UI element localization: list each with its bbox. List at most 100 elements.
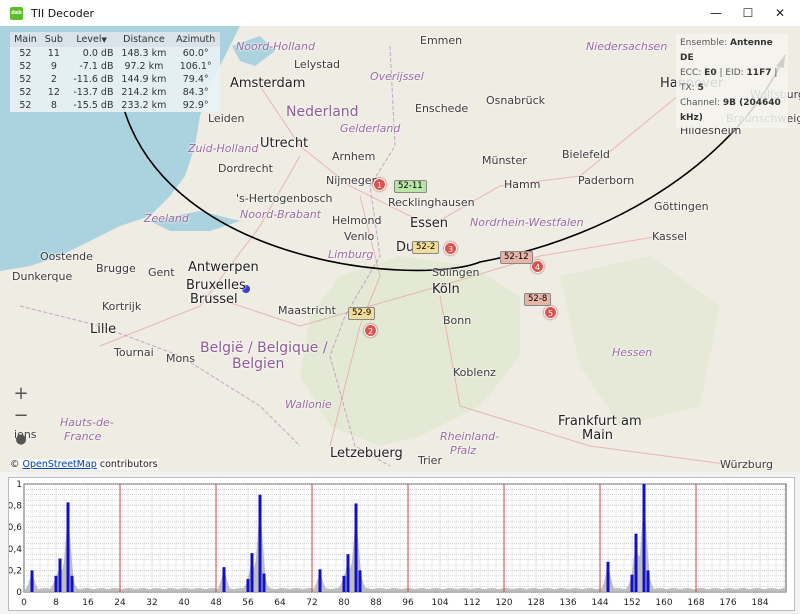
map-place-label: Nordrhein-Westfalen — [470, 216, 584, 229]
x-tick-label: 88 — [370, 598, 382, 608]
table-row[interactable]: 52 8 -15.5 dB 233.2 km 92.9° — [10, 99, 220, 112]
map-place-label: Utrecht — [260, 136, 309, 151]
table-cell: 92.9° — [182, 100, 209, 111]
map-place-label: Zeeland — [144, 212, 189, 225]
ecc-label: ECC: — [680, 68, 702, 78]
maximize-button[interactable]: ☐ — [732, 0, 764, 26]
map-place-label: Trier — [418, 454, 442, 467]
map-place-label: Emmen — [420, 34, 463, 47]
attrib-prefix: © — [10, 459, 23, 470]
bar — [606, 561, 610, 592]
bar — [642, 484, 646, 592]
bar — [262, 573, 266, 592]
x-tick-label: 184 — [751, 598, 768, 608]
tii-table: Main Sub Level▼ Distance Azimuth 52 11 0.0… — [10, 32, 220, 112]
zoom-in-button[interactable]: + — [11, 384, 31, 404]
map-place-label: France — [64, 430, 102, 443]
minimize-button[interactable]: — — [700, 0, 732, 26]
table-cell: -7.1 dB — [79, 61, 114, 72]
map-place-label: Amsterdam — [230, 76, 306, 91]
y-tick-label: 1 — [16, 480, 22, 490]
locate-button[interactable]: ● — [11, 430, 31, 450]
map-place-label: Dordrecht — [218, 162, 273, 175]
attrib-suffix: contributors — [96, 459, 158, 470]
y-tick-label: 0,4 — [9, 545, 22, 555]
table-cell: -15.5 dB — [73, 100, 114, 111]
map-place-label: Leiden — [208, 112, 245, 125]
app-icon: dab — [10, 6, 23, 20]
map-place-label: Enschede — [415, 102, 469, 115]
table-cell: 12 — [47, 87, 60, 98]
map-place-label: Brugge — [96, 262, 136, 275]
map-place-label: Solingen — [432, 266, 480, 279]
tx-tag[interactable]: 52-9 — [348, 307, 376, 320]
map-place-label: Overijssel — [370, 70, 424, 83]
table-row[interactable]: 52 9 -7.1 dB 97.2 km 106.1° — [10, 60, 220, 73]
table-cell: 0.0 dB — [82, 48, 114, 59]
bar — [70, 575, 74, 592]
tx-tag[interactable]: 52-2 — [412, 241, 440, 254]
table-cell: 11 — [47, 48, 60, 59]
map-place-label: Letzebuerg — [330, 446, 403, 461]
zoom-out-button[interactable]: − — [11, 406, 31, 426]
map-place-label: Frankfurt am — [558, 414, 642, 429]
map-place-label: Paderborn — [578, 174, 635, 187]
x-tick-label: 24 — [114, 598, 126, 608]
map-place-label: Essen — [410, 216, 448, 231]
tx-marker-2[interactable]: 2 — [364, 324, 377, 337]
table-cell: 8 — [50, 100, 57, 111]
map-place-label: Dunkerque — [12, 270, 73, 283]
bar — [58, 558, 62, 592]
ensemble-label: Ensemble: — [680, 38, 728, 48]
map-place-label: Noord-Holland — [236, 40, 315, 53]
openstreetmap-link[interactable]: OpenStreetMap — [23, 459, 97, 470]
map-place-label: Helmond — [332, 214, 382, 227]
map-place-label: Noord-Brabant — [240, 208, 321, 221]
tx-marker-4[interactable]: 4 — [531, 260, 544, 273]
close-button[interactable]: ✕ — [764, 0, 796, 26]
y-tick-label: 0,6 — [9, 523, 22, 533]
bar — [342, 575, 346, 592]
tx-tag[interactable]: 52-11 — [394, 180, 427, 193]
map-place-label: Bonn — [443, 314, 472, 327]
col-level[interactable]: Level▼ — [66, 32, 117, 47]
y-tick-label: 0,2 — [9, 566, 22, 576]
map-place-label: Main — [582, 428, 614, 443]
col-distance[interactable]: Distance — [116, 32, 172, 47]
table-cell: 233.2 km — [121, 100, 167, 111]
tx-marker-1[interactable]: 1 — [373, 178, 386, 191]
col-azimuth[interactable]: Azimuth — [171, 32, 220, 47]
col-main[interactable]: Main — [10, 32, 41, 47]
ecc-value: E0 — [704, 68, 717, 78]
map-place-label: Würzburg — [720, 458, 774, 471]
map-place-label: Köln — [432, 282, 460, 297]
tx-marker-5[interactable]: 5 — [544, 306, 557, 319]
table-row[interactable]: 52 2 -11.6 dB 144.9 km 79.4° — [10, 73, 220, 86]
map-place-label: Nijmegen — [326, 174, 379, 187]
tx-tag[interactable]: 52-12 — [500, 251, 533, 264]
table-row[interactable]: 52 12 -13.7 dB 214.2 km 84.3° — [10, 86, 220, 99]
table-cell: -13.7 dB — [73, 87, 114, 98]
table-cell: 84.3° — [182, 87, 209, 98]
tx-marker-3[interactable]: 3 — [444, 242, 457, 255]
map-place-label: Recklinghausen — [388, 196, 475, 209]
x-tick-label: 56 — [242, 598, 254, 608]
table-cell: 52 — [19, 74, 32, 85]
map-place-label: Osnabrück — [486, 94, 545, 107]
map-place-label: Hamm — [504, 178, 541, 191]
bar — [358, 570, 362, 592]
map-place-label: Oostende — [40, 250, 93, 263]
map-place-label: Belgien — [232, 356, 285, 372]
table-row[interactable]: 52 11 0.0 dB 148.3 km 60.0° — [10, 47, 220, 60]
table-cell: -11.6 dB — [73, 74, 114, 85]
tx-tag[interactable]: 52-8 — [524, 293, 552, 306]
table-cell: 148.3 km — [121, 48, 167, 59]
map-place-label: Gent — [148, 266, 175, 279]
map-view[interactable]: Noord-Holland Amsterdam Lelystad Overijssel… — [0, 26, 800, 472]
col-sub[interactable]: Sub — [40, 32, 67, 47]
map-place-label: Rheinland- — [440, 430, 500, 443]
eid-label: EID: — [725, 68, 744, 78]
x-tick-label: 112 — [463, 598, 480, 608]
map-place-label: Niedersachsen — [586, 40, 668, 53]
x-tick-label: 80 — [338, 598, 350, 608]
